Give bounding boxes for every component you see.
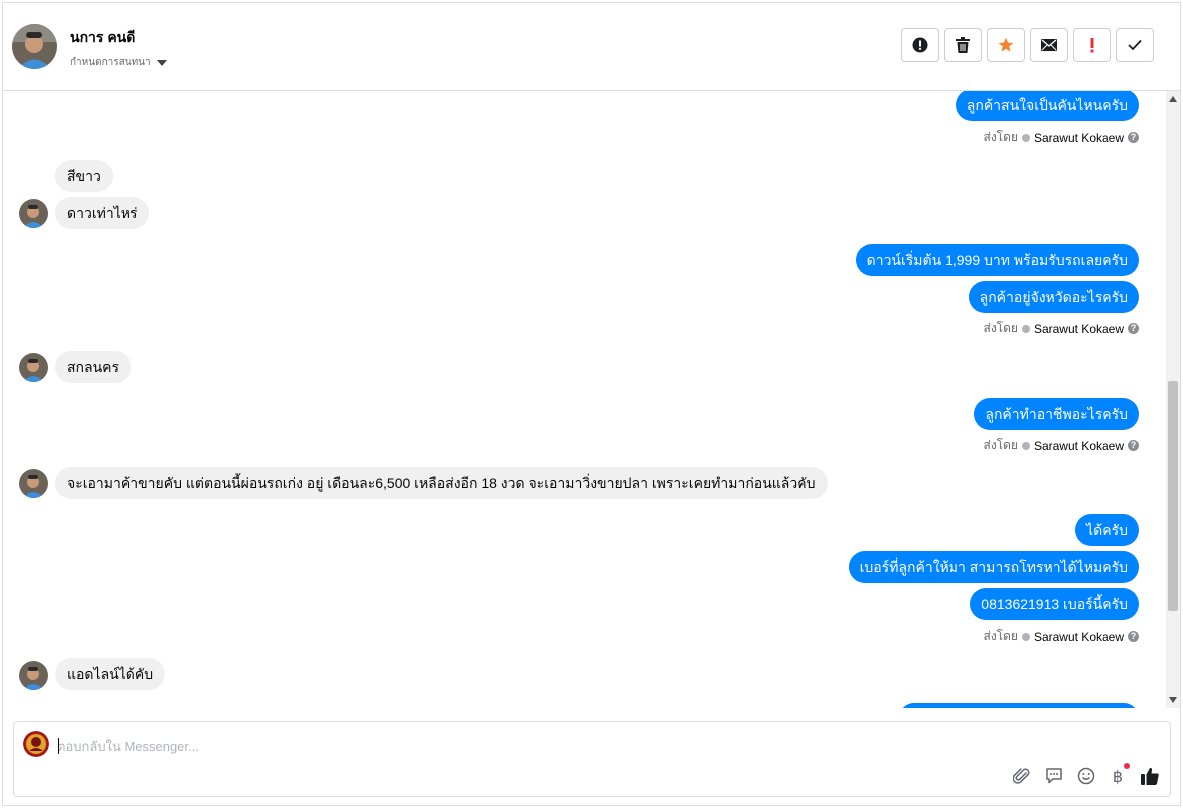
saved-replies-button[interactable] (1044, 766, 1064, 786)
message-bubble-incoming[interactable]: จะเอามาค้าขายคับ แต่ตอนนี้ผ่อนรถเก่ง อยู… (55, 467, 828, 499)
message-bubble-outgoing[interactable]: ดาวน์เริ่มต้น 1,999 บาท พร้อมรับรถเลยครั… (855, 244, 1139, 276)
conversation-label-dropdown[interactable]: กำหนดการสนทนา (70, 55, 167, 70)
sent-by-label: ส่งโดย Sarawut Kokaew ? (983, 128, 1139, 147)
verified-dot-icon (1021, 441, 1030, 450)
reply-input[interactable] (57, 736, 957, 756)
smiley-icon (1077, 767, 1095, 785)
sent-by-label: ส่งโดย Sarawut Kokaew ? (983, 436, 1139, 455)
message-bubble-outgoing[interactable]: ได้ครับ (1075, 514, 1139, 546)
message-bubble-outgoing-partial[interactable] (899, 703, 1139, 708)
help-icon[interactable]: ? (1128, 440, 1139, 451)
contact-avatar[interactable] (12, 24, 57, 69)
verified-dot-icon (1021, 324, 1030, 333)
message-bubble-outgoing[interactable]: ลูกค้าสนใจเป็นคันไหนครับ (955, 91, 1139, 121)
star-icon (998, 37, 1014, 52)
verified-dot-icon (1021, 133, 1030, 142)
scroll-down-arrow-icon[interactable] (1169, 697, 1177, 703)
report-button[interactable] (901, 28, 939, 62)
messenger-window: นการ คนดี กำหนดการสนทนา ลูกค้าสนใจเป็นคั… (2, 2, 1181, 806)
help-icon[interactable]: ? (1128, 631, 1139, 642)
sender-name: Sarawut Kokaew (1033, 438, 1124, 453)
message-bubble-incoming[interactable]: สกลนคร (55, 351, 132, 383)
sender-name: Sarawut Kokaew (1033, 130, 1124, 145)
contact-name[interactable]: นการ คนดี (70, 27, 135, 49)
message-bubble-outgoing[interactable]: เบอร์ที่ลูกค้าให้มา สามารถโทรหาได้ไหมครั… (848, 551, 1139, 583)
scroll-up-arrow-icon[interactable] (1169, 96, 1177, 102)
contact-mini-avatar (19, 199, 48, 228)
help-icon[interactable]: ? (1128, 323, 1139, 334)
exclamation-icon (1090, 38, 1094, 53)
paperclip-icon (1013, 768, 1030, 784)
contact-mini-avatar (19, 469, 48, 498)
message-bubble-incoming[interactable]: ดาวเท่าไหร่ (55, 197, 150, 229)
chat-bubble-icon (1046, 768, 1062, 784)
star-button[interactable] (987, 28, 1025, 62)
delete-button[interactable] (944, 28, 982, 62)
caret-down-icon (156, 59, 167, 66)
message-bubble-outgoing[interactable]: 0813621913 เบอร์นี้ครับ (970, 588, 1139, 620)
composer-tools: ฿ (1012, 763, 1160, 786)
message-scrollbar[interactable] (1166, 91, 1180, 708)
contact-mini-avatar (19, 353, 48, 382)
contact-mini-avatar (19, 661, 48, 690)
alert-circle-icon (912, 37, 928, 53)
message-bubble-incoming[interactable]: สีขาว (55, 160, 113, 192)
trash-icon (956, 37, 970, 53)
verified-dot-icon (1021, 632, 1030, 641)
baht-icon: ฿ (1112, 766, 1124, 786)
payment-button[interactable]: ฿ (1108, 763, 1130, 786)
sent-by-text: ส่งโดย (983, 130, 1018, 144)
sent-by-text: ส่งโดย (983, 629, 1018, 643)
like-button[interactable] (1140, 766, 1160, 786)
sent-by-label: ส่งโดย Sarawut Kokaew ? (983, 319, 1139, 338)
check-icon (1128, 39, 1142, 51)
emoji-button[interactable] (1076, 766, 1096, 786)
important-button[interactable] (1073, 28, 1111, 62)
sent-by-text: ส่งโดย (983, 321, 1018, 335)
message-bubble-outgoing[interactable]: ลูกค้าทำอาชีพอะไรครับ (974, 398, 1139, 430)
message-bubble-outgoing[interactable]: ลูกค้าอยู่จังหวัดอะไรครับ (968, 281, 1139, 313)
notification-dot (1124, 763, 1130, 769)
conversation-actions (901, 28, 1154, 62)
message-composer: ฿ (13, 721, 1171, 797)
attach-button[interactable] (1012, 766, 1032, 786)
scroll-thumb[interactable] (1168, 381, 1178, 611)
page-avatar (23, 731, 49, 757)
done-button[interactable] (1116, 28, 1154, 62)
message-bubble-incoming[interactable]: แอดไลน์ได้คับ (55, 658, 166, 690)
sent-by-text: ส่งโดย (983, 438, 1018, 452)
thumbs-up-icon (1141, 767, 1159, 785)
conversation-label: กำหนดการสนทนา (70, 57, 151, 68)
message-list[interactable]: ลูกค้าสนใจเป็นคันไหนครับ ส่งโดย Sarawut … (3, 91, 1180, 708)
sent-by-label: ส่งโดย Sarawut Kokaew ? (983, 627, 1139, 646)
conversation-header: นการ คนดี กำหนดการสนทนา (3, 3, 1180, 91)
sender-name: Sarawut Kokaew (1033, 629, 1124, 644)
mail-button[interactable] (1030, 28, 1068, 62)
sender-name: Sarawut Kokaew (1033, 321, 1124, 336)
text-caret (58, 738, 59, 754)
envelope-icon (1041, 39, 1057, 51)
help-icon[interactable]: ? (1128, 132, 1139, 143)
